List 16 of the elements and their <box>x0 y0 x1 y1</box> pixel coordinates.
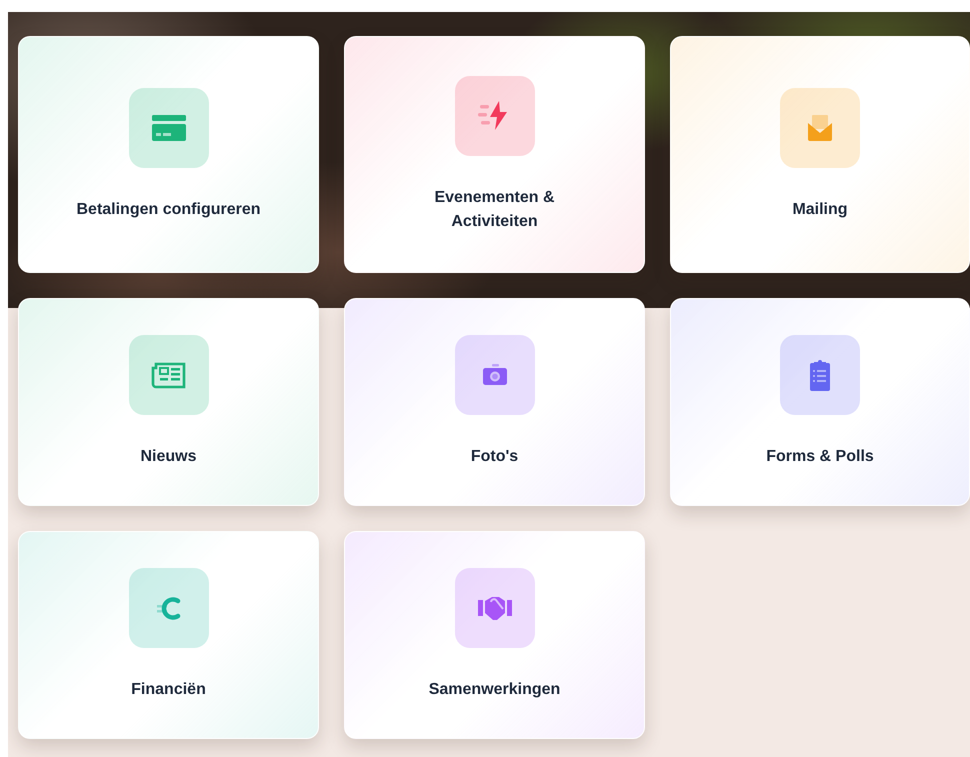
tile-label: Evenementen & Activiteiten <box>433 188 556 232</box>
tile-card[interactable]: Forms & Polls <box>670 298 970 506</box>
tile-card[interactable]: Betalingen configureren <box>18 36 319 273</box>
tile-card[interactable]: Evenementen & Activiteiten <box>344 36 645 273</box>
tile-label: Mailing <box>792 200 848 220</box>
tile-label: Samenwerkingen <box>428 680 560 700</box>
tile-card[interactable]: Samenwerkingen <box>344 531 645 739</box>
tile-card[interactable]: Financiën <box>18 531 319 739</box>
tile-card[interactable]: Nieuws <box>18 298 319 506</box>
tile-card[interactable]: Foto's <box>344 298 645 506</box>
tile-label: Financiën <box>131 680 206 700</box>
tile-label: Betalingen configureren <box>76 200 261 220</box>
tile-label: Foto's <box>470 447 518 467</box>
tile-label: Nieuws <box>140 447 196 467</box>
tile-label: Forms & Polls <box>766 447 874 467</box>
tile-card[interactable]: Mailing <box>670 36 970 273</box>
